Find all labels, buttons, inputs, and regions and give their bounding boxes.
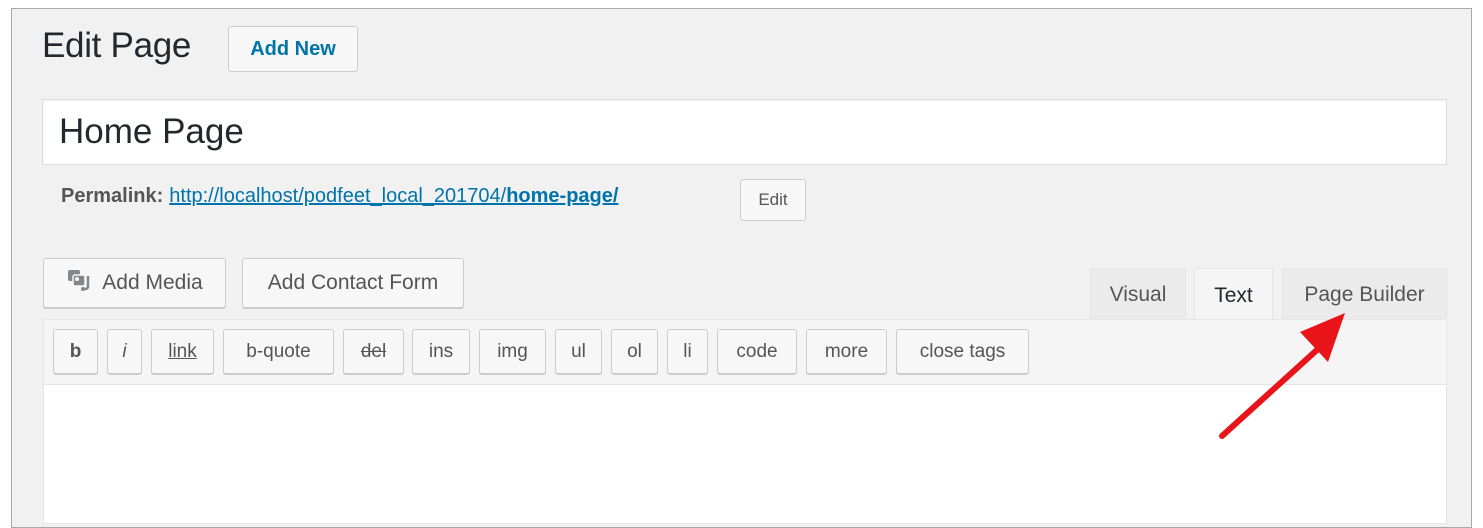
annotation-arrow [1219, 313, 1345, 439]
